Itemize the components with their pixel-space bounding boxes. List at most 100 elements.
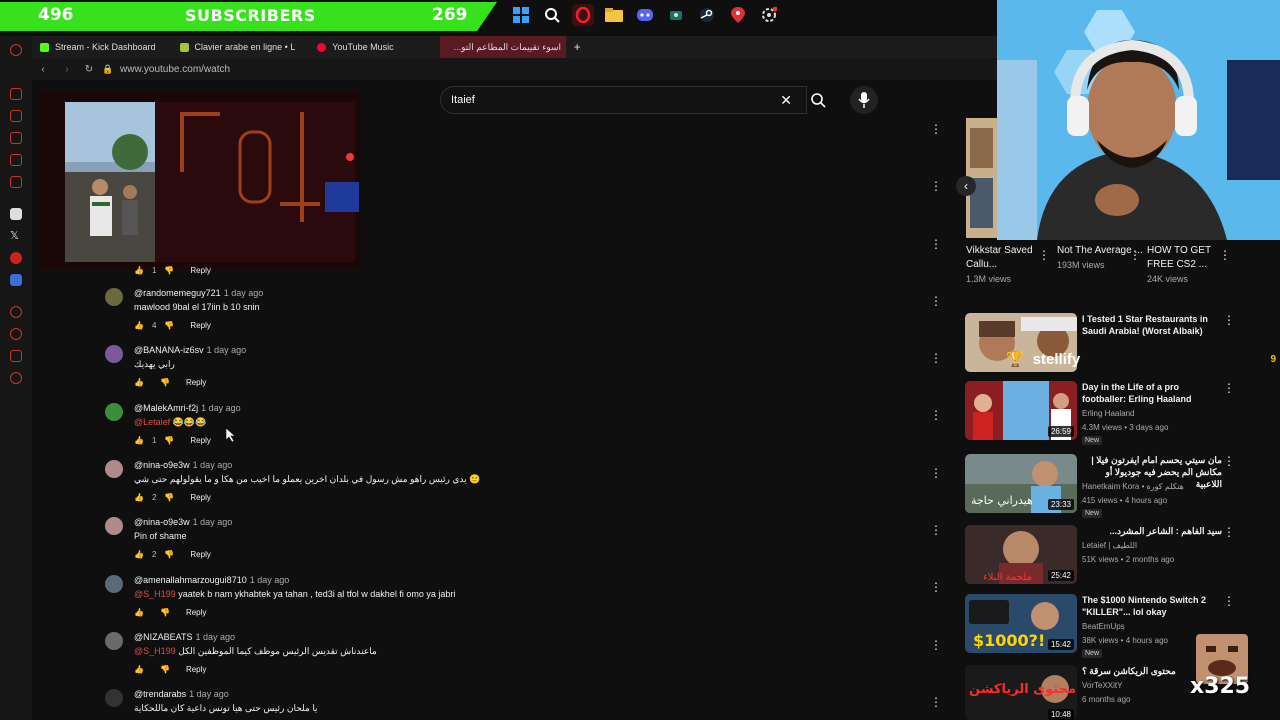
reply-button[interactable]: Reply — [190, 266, 210, 275]
mini-player[interactable] — [40, 92, 360, 270]
more-options-icon[interactable]: ⋮ — [930, 237, 942, 251]
avatar[interactable] — [105, 345, 123, 363]
recommended-video[interactable]: ملحمة البلاء 25:42 سيد الفاهم : الشاعر ال… — [965, 525, 1265, 587]
box-icon[interactable] — [10, 350, 22, 362]
reply-button[interactable]: Reply — [190, 436, 210, 445]
search-button[interactable] — [800, 86, 836, 114]
more-options-icon[interactable]: ⋮ — [1223, 525, 1235, 539]
more-options-icon[interactable]: ⋮ — [930, 638, 942, 652]
app-icon[interactable] — [665, 4, 687, 26]
comment-time[interactable]: 1 day ago — [207, 345, 247, 355]
avatar[interactable] — [105, 632, 123, 650]
more-options-icon[interactable]: ⋮ — [1129, 248, 1141, 262]
opera-icon[interactable] — [10, 44, 22, 56]
dislike-icon[interactable]: 👎 — [164, 321, 174, 330]
dislike-icon[interactable]: 👎 — [164, 436, 174, 445]
reply-button[interactable]: Reply — [186, 608, 206, 617]
reply-button[interactable]: Reply — [190, 550, 210, 559]
forward-icon[interactable]: › — [60, 64, 74, 75]
channel-name[interactable]: BeatEmUps — [1082, 622, 1125, 631]
more-options-icon[interactable]: ⋮ — [1038, 248, 1050, 262]
extension-icon[interactable] — [10, 274, 22, 286]
comment-author[interactable]: @nina-o9e3w — [134, 517, 190, 527]
like-icon[interactable]: 👍 — [134, 378, 144, 387]
dislike-icon[interactable]: 👎 — [160, 378, 170, 387]
more-options-icon[interactable]: ⋮ — [1223, 594, 1235, 608]
reply-button[interactable]: Reply — [190, 321, 210, 330]
more-options-icon[interactable]: ⋮ — [930, 179, 942, 193]
channel-name[interactable]: Erling Haaland — [1082, 409, 1134, 418]
comment-author[interactable]: @nina-o9e3w — [134, 460, 190, 470]
clock-icon[interactable] — [10, 328, 22, 340]
avatar[interactable] — [105, 460, 123, 478]
back-icon[interactable]: ‹ — [36, 64, 50, 75]
avatar[interactable] — [105, 403, 123, 421]
like-icon[interactable]: 👍 — [134, 550, 144, 559]
history-icon[interactable] — [10, 306, 22, 318]
maps-icon[interactable] — [727, 4, 749, 26]
search-input[interactable]: Itaief ✕ — [440, 86, 807, 114]
opera-icon[interactable] — [572, 4, 594, 26]
like-icon[interactable]: 👍 — [134, 321, 144, 330]
tab-clavier-arabe[interactable]: Clavier arabe en ligne • L — [172, 36, 304, 58]
url-text[interactable]: www.youtube.com/watch — [120, 64, 230, 75]
more-options-icon[interactable]: ⋮ — [1219, 248, 1231, 262]
comment-mention[interactable]: @S_H199 — [134, 646, 176, 656]
new-tab-button[interactable]: + — [566, 36, 589, 58]
music-icon[interactable] — [10, 176, 22, 188]
avatar[interactable] — [105, 517, 123, 535]
channel-name[interactable]: VorTeXXitY — [1082, 681, 1122, 690]
home-icon[interactable] — [10, 88, 22, 100]
recommended-video[interactable]: 26:59 Day in the Life of a pro footballe… — [965, 381, 1265, 445]
like-icon[interactable]: 👍 — [134, 665, 144, 674]
dislike-icon[interactable]: 👎 — [164, 493, 174, 502]
like-icon[interactable]: 👍 — [134, 436, 144, 445]
comment-time[interactable]: 1 day ago — [195, 632, 235, 642]
more-options-icon[interactable]: ⋮ — [930, 695, 942, 709]
reply-button[interactable]: Reply — [186, 665, 206, 674]
dislike-icon[interactable]: 👎 — [160, 665, 170, 674]
comment-author[interactable]: @MalekAmri-f2j — [134, 403, 198, 413]
comment-mention[interactable]: @Letaief — [134, 417, 170, 427]
x-icon[interactable]: 𝕏 — [10, 230, 22, 242]
like-icon[interactable]: 👍 — [134, 493, 144, 502]
dislike-icon[interactable]: 👎 — [164, 266, 174, 275]
refresh-icon[interactable] — [10, 110, 22, 122]
search-icon[interactable] — [541, 4, 563, 26]
comment-author[interactable]: @trendarabs — [134, 689, 186, 699]
comment-author[interactable]: @BANANA-iz6sv — [134, 345, 204, 355]
clear-search-icon[interactable]: ✕ — [780, 92, 792, 109]
gear-icon[interactable] — [10, 372, 22, 384]
comment-time[interactable]: 1 day ago — [224, 288, 264, 298]
tab-active-video[interactable]: اسوء تقييمات المطاعم التو... — [439, 36, 566, 58]
comment-time[interactable]: 1 day ago — [193, 517, 233, 527]
more-options-icon[interactable]: ⋮ — [1223, 381, 1235, 395]
comment-time[interactable]: 1 day ago — [250, 575, 290, 585]
windows-icon[interactable] — [510, 4, 532, 26]
more-options-icon[interactable]: ⋮ — [930, 408, 942, 422]
comment-author[interactable]: @amenallahmarzougui8710 — [134, 575, 247, 585]
more-options-icon[interactable]: ⋮ — [930, 294, 942, 308]
discord-icon[interactable] — [634, 4, 656, 26]
comment-time[interactable]: 1 day ago — [193, 460, 233, 470]
more-options-icon[interactable]: ⋮ — [1223, 313, 1235, 327]
dislike-icon[interactable]: 👎 — [164, 550, 174, 559]
channel-name[interactable]: Letaief | اللطيف — [1082, 541, 1137, 550]
avatar[interactable] — [105, 288, 123, 306]
shelf-prev-button[interactable]: ‹ — [956, 176, 976, 196]
folder-icon[interactable] — [603, 4, 625, 26]
comment-mention[interactable]: @S_H199 — [134, 589, 176, 599]
like-icon[interactable]: 👍 — [134, 608, 144, 617]
voice-search-button[interactable] — [850, 86, 878, 114]
tab-youtube-music[interactable]: YouTube Music — [309, 36, 401, 58]
more-options-icon[interactable]: ⋮ — [930, 122, 942, 136]
recommended-video[interactable]: هيدراني حاجة 23:33 مان سيتي يحسم امام ايف… — [965, 454, 1265, 518]
reload-icon[interactable]: ↻ — [82, 64, 96, 75]
notification-icon[interactable] — [10, 252, 22, 264]
comment-author[interactable]: @randomemeguy721 — [134, 288, 221, 298]
channel-name[interactable]: Hanetkaim Kora • هتكلم كورة — [1082, 482, 1184, 491]
comment-time[interactable]: 1 day ago — [201, 403, 241, 413]
more-options-icon[interactable]: ⋮ — [930, 466, 942, 480]
steam-icon[interactable] — [696, 4, 718, 26]
kick-icon[interactable] — [10, 208, 22, 220]
